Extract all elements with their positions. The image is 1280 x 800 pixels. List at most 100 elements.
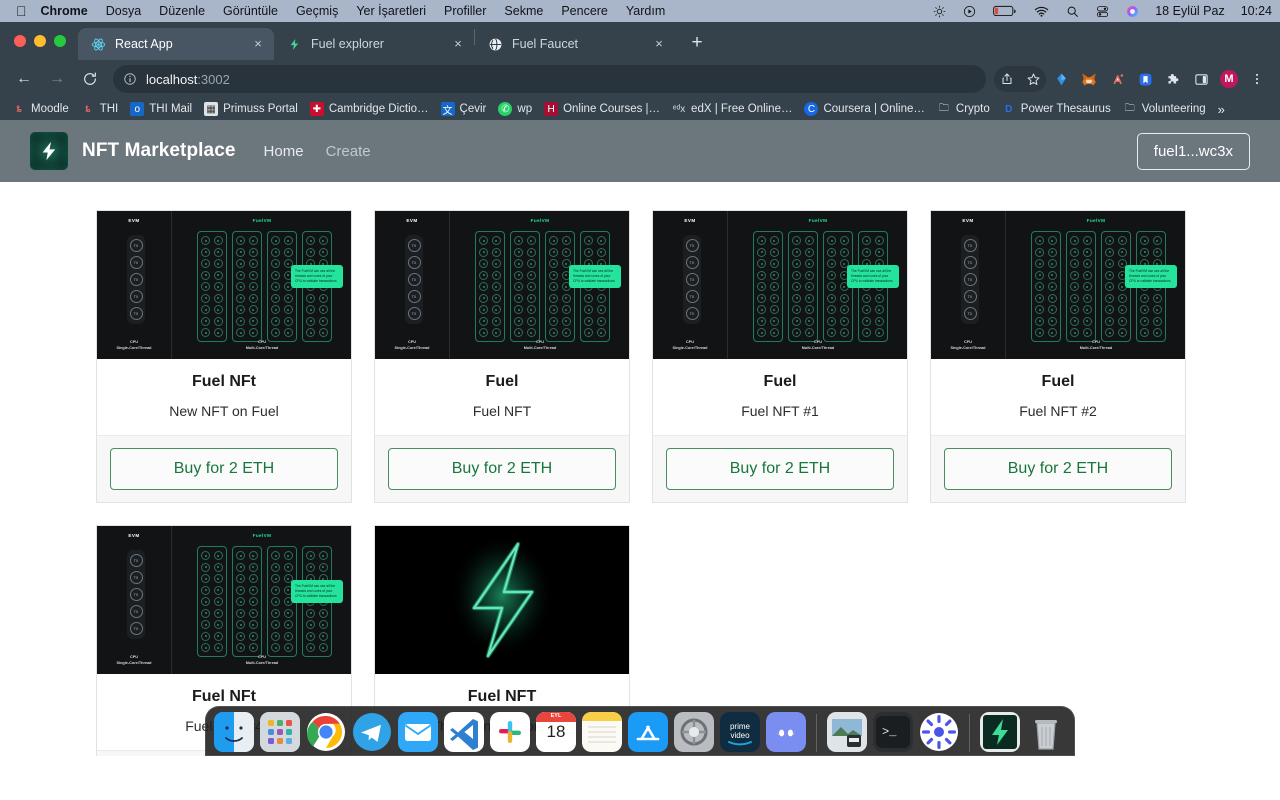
menu-item-goruntule[interactable]: Görüntüle bbox=[223, 4, 278, 18]
back-button[interactable]: ← bbox=[10, 65, 38, 93]
reload-button[interactable] bbox=[76, 65, 104, 93]
play-circle-icon[interactable] bbox=[963, 5, 976, 18]
close-tab-button[interactable]: × bbox=[450, 36, 466, 52]
dock-item-mail[interactable] bbox=[398, 712, 438, 752]
tab-fuel-faucet[interactable]: Fuel Faucet × bbox=[475, 28, 675, 60]
dock-item-terminal[interactable]: >_ bbox=[873, 712, 913, 752]
menu-item-pencere[interactable]: Pencere bbox=[561, 4, 608, 18]
share-icon[interactable] bbox=[994, 66, 1020, 92]
menu-item-sekme[interactable]: Sekme bbox=[504, 4, 543, 18]
menu-bar-date[interactable]: 18 Eylül Paz bbox=[1155, 4, 1224, 18]
apple-logo-icon[interactable]:  bbox=[16, 4, 27, 18]
macos-dock: EYL 18 prime video >_ bbox=[0, 700, 1280, 756]
menu-bar-time[interactable]: 10:24 bbox=[1241, 4, 1272, 18]
tab-react-app[interactable]: React App × bbox=[78, 28, 274, 60]
close-tab-button[interactable]: × bbox=[651, 36, 667, 52]
info-circle-icon[interactable] bbox=[123, 72, 137, 86]
evm-tx-column: TX TX TX TX TX bbox=[961, 235, 979, 324]
core-column bbox=[1031, 231, 1061, 342]
chrome-menu-icon[interactable] bbox=[1244, 66, 1270, 92]
dock-item-launchpad[interactable] bbox=[260, 712, 300, 752]
nav-link-home[interactable]: Home bbox=[264, 143, 304, 160]
extension-blue-icon[interactable] bbox=[1132, 66, 1158, 92]
bookmark-cevir[interactable]: 文 Çevir bbox=[435, 100, 493, 118]
fuelvm-footer-label: CPU Multi-Core/Thread bbox=[727, 340, 907, 351]
portal-icon: ▦ bbox=[204, 102, 219, 116]
bookmark-wp[interactable]: ✆ wp bbox=[492, 100, 538, 118]
menu-item-chrome[interactable]: Chrome bbox=[41, 4, 88, 18]
bookmark-edx[interactable]: ᵉᵈx edX | Free Online… bbox=[666, 100, 798, 118]
buy-button[interactable]: Buy for 2 ETH bbox=[110, 448, 338, 490]
dock-item-telegram[interactable] bbox=[352, 712, 392, 752]
control-center-icon[interactable] bbox=[1096, 5, 1109, 18]
dock-item-app-store[interactable] bbox=[628, 712, 668, 752]
bookmark-moodle[interactable]: ȶ Moodle bbox=[6, 100, 75, 118]
dock-item-fuel-wallet[interactable] bbox=[980, 712, 1020, 752]
bookmark-power-thesaurus[interactable]: D Power Thesaurus bbox=[996, 100, 1117, 118]
menu-item-dosya[interactable]: Dosya bbox=[106, 4, 141, 18]
dock-item-calendar[interactable]: EYL 18 bbox=[536, 712, 576, 752]
buy-button[interactable]: Buy for 2 ETH bbox=[944, 448, 1172, 490]
nft-card[interactable]: EVM FuelVM TX TX TX TX TX The FuelVM can… bbox=[96, 210, 352, 503]
dock-item-google-chrome[interactable] bbox=[306, 712, 346, 752]
bookmark-primuss-portal[interactable]: ▦ Primuss Portal bbox=[198, 100, 304, 118]
siri-icon[interactable] bbox=[1126, 5, 1139, 18]
dock-item-trash[interactable] bbox=[1026, 712, 1066, 752]
dock-item-prime-video[interactable]: prime video bbox=[720, 712, 760, 752]
core-column bbox=[197, 546, 227, 657]
new-tab-button[interactable]: + bbox=[683, 29, 711, 57]
nav-link-create[interactable]: Create bbox=[326, 143, 371, 160]
nft-card[interactable]: EVM FuelVM TX TX TX TX TX The FuelVM can… bbox=[930, 210, 1186, 503]
dock-item-visual-studio-code[interactable] bbox=[444, 712, 484, 752]
search-icon[interactable] bbox=[1066, 5, 1079, 18]
brightness-icon[interactable] bbox=[933, 5, 946, 18]
bookmark-folder-volunteering[interactable]: 🗀 Volunteering bbox=[1117, 100, 1212, 118]
bookmarks-overflow-button[interactable]: » bbox=[1212, 100, 1231, 119]
menu-item-yardim[interactable]: Yardım bbox=[626, 4, 665, 18]
menu-item-profiller[interactable]: Profiller bbox=[444, 4, 486, 18]
forward-button[interactable]: → bbox=[43, 65, 71, 93]
extension-a-icon[interactable] bbox=[1104, 66, 1130, 92]
wifi-icon[interactable] bbox=[1034, 5, 1049, 18]
address-bar[interactable]: localhost:3002 bbox=[113, 65, 986, 93]
menu-item-yer-isaretleri[interactable]: Yer İşaretleri bbox=[356, 4, 426, 18]
bookmark-thi[interactable]: ȶ THI bbox=[75, 100, 125, 118]
dock-item-bluestacks[interactable] bbox=[919, 712, 959, 752]
nft-card[interactable]: EVM FuelVM TX TX TX TX TX The FuelVM can… bbox=[374, 210, 630, 503]
fuelvm-label: FuelVM bbox=[252, 218, 272, 223]
bookmark-folder-crypto[interactable]: 🗀 Crypto bbox=[931, 100, 996, 118]
dock-item-system-settings[interactable] bbox=[674, 712, 714, 752]
dock-item-finder[interactable] bbox=[214, 712, 254, 752]
metamask-fox-icon[interactable] bbox=[1076, 66, 1102, 92]
menu-item-gecmis[interactable]: Geçmiş bbox=[296, 4, 338, 18]
bookmark-star-icon[interactable] bbox=[1020, 66, 1046, 92]
evm-tx-column: TX TX TX TX TX bbox=[127, 235, 145, 324]
buy-button[interactable]: Buy for 2 ETH bbox=[388, 448, 616, 490]
neon-bolt-art bbox=[375, 526, 629, 674]
close-window-button[interactable] bbox=[14, 35, 26, 47]
battery-icon[interactable] bbox=[993, 5, 1017, 17]
dock-item-slack[interactable] bbox=[490, 712, 530, 752]
minimize-window-button[interactable] bbox=[34, 35, 46, 47]
wallet-address-button[interactable]: fuel1...wc3x bbox=[1136, 132, 1250, 170]
tx-node: TX bbox=[129, 290, 143, 303]
bookmark-online-courses[interactable]: H Online Courses |… bbox=[538, 100, 666, 118]
side-panel-icon[interactable] bbox=[1188, 66, 1214, 92]
menu-item-duzenle[interactable]: Düzenle bbox=[159, 4, 205, 18]
dock-item-preview[interactable] bbox=[827, 712, 867, 752]
bookmark-thi-mail[interactable]: o THI Mail bbox=[124, 100, 198, 118]
extensions-puzzle-icon[interactable] bbox=[1160, 66, 1186, 92]
bookmark-cambridge-dictionary[interactable]: ✚ Cambridge Dictio… bbox=[304, 100, 435, 118]
dock-item-discord[interactable] bbox=[766, 712, 806, 752]
tab-fuel-explorer[interactable]: Fuel explorer × bbox=[274, 28, 474, 60]
dock-item-notes[interactable] bbox=[582, 712, 622, 752]
maximize-window-button[interactable] bbox=[54, 35, 66, 47]
profile-avatar-icon[interactable]: M bbox=[1216, 66, 1242, 92]
buy-button[interactable]: Buy for 2 ETH bbox=[666, 448, 894, 490]
bookmark-coursera[interactable]: C Coursera | Online… bbox=[798, 100, 930, 118]
close-tab-button[interactable]: × bbox=[250, 36, 266, 52]
nft-description: New NFT on Fuel bbox=[169, 403, 279, 419]
extension-diamond-icon[interactable] bbox=[1048, 66, 1074, 92]
fuel-bolt-logo-icon[interactable] bbox=[30, 132, 68, 170]
nft-card[interactable]: EVM FuelVM TX TX TX TX TX The FuelVM can… bbox=[652, 210, 908, 503]
